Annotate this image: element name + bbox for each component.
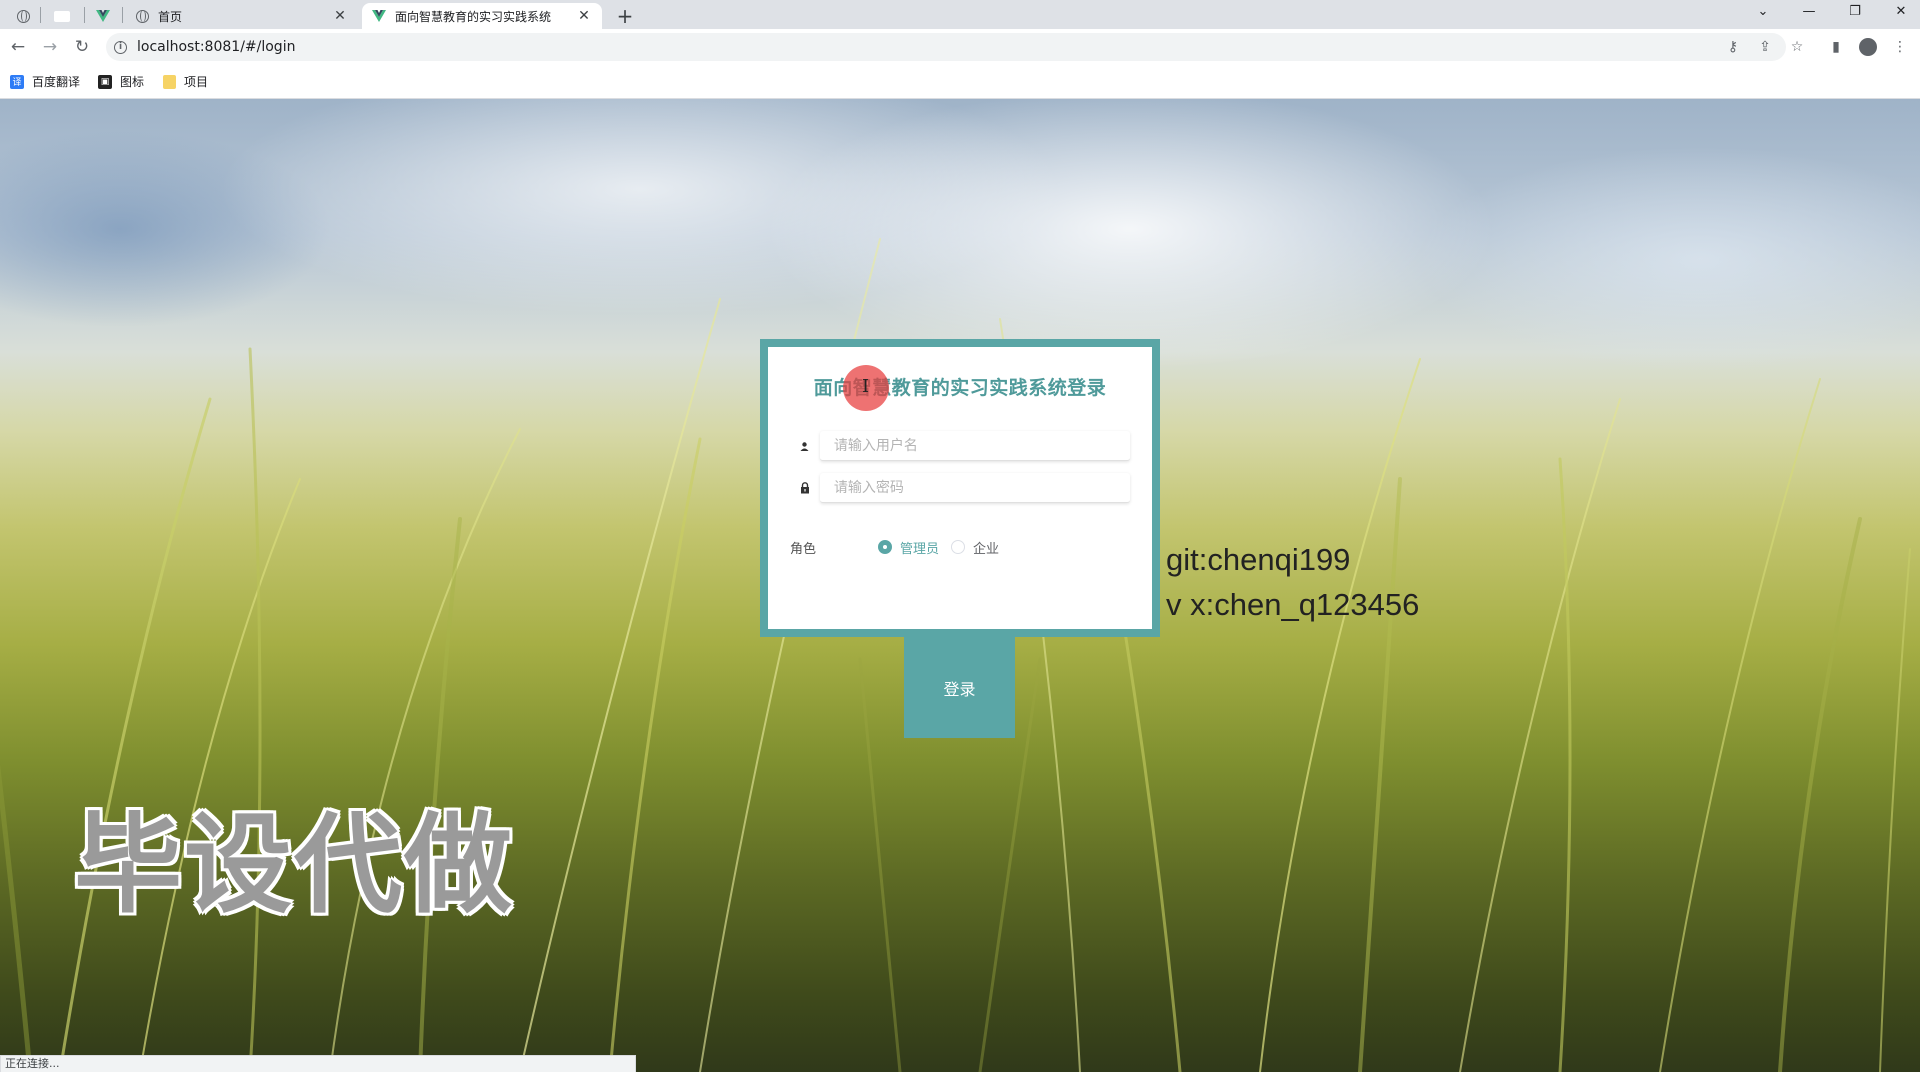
close-icon[interactable]: ✕ <box>332 8 348 24</box>
radio-label: 企业 <box>973 541 1000 557</box>
reload-button[interactable]: ↻ <box>70 35 94 59</box>
browser-tab-bar: 首页 ✕ 面向智慧教育的实习实践系统 ✕ + ⌄ — ❐ ✕ <box>0 0 1920 29</box>
tab-title: 首页 <box>158 9 183 24</box>
tab-separator <box>122 7 123 23</box>
bookmark-label: 项目 <box>184 75 209 89</box>
tab-login[interactable]: 面向智慧教育的实习实践系统 ✕ <box>362 3 602 29</box>
radio-admin[interactable]: 管理员 <box>878 538 939 557</box>
globe-icon <box>16 9 30 23</box>
close-icon[interactable]: ✕ <box>576 8 592 24</box>
bookmark-icons[interactable]: ▣ 图标 <box>98 73 144 90</box>
info-icon[interactable]: i <box>114 40 127 54</box>
tab-search-icon[interactable]: ⌄ <box>1740 0 1786 22</box>
git-contact-text: git:chenqi199 <box>1166 542 1351 577</box>
tab-title: 面向智慧教育的实习实践系统 <box>395 9 552 24</box>
bookmark-label: 百度翻译 <box>32 75 81 89</box>
password-input[interactable] <box>819 473 1130 503</box>
tab-home[interactable]: 首页 ✕ <box>126 3 358 29</box>
pinned-tab[interactable] <box>90 3 116 29</box>
share-icon[interactable]: ⇪ <box>1753 35 1777 59</box>
bookmark-baidu-translate[interactable]: 译 百度翻译 <box>10 73 80 90</box>
status-bar: 正在连接... <box>0 1055 636 1072</box>
radio-label: 管理员 <box>900 541 940 557</box>
pinned-tab[interactable] <box>48 3 76 29</box>
forward-button[interactable]: → <box>38 35 62 59</box>
radio-dot <box>878 540 892 554</box>
role-label: 角色 <box>790 541 817 557</box>
bookmark-label: 图标 <box>120 75 145 89</box>
bookmark-projects[interactable]: 项目 <box>163 73 208 90</box>
baidu-translate-icon: 译 <box>10 74 24 89</box>
username-input[interactable] <box>819 431 1130 461</box>
user-icon <box>790 431 820 461</box>
minimize-button[interactable]: — <box>1786 0 1832 22</box>
login-card: 面向智慧教育的实习实践系统登录 角色 管理员 企业 <box>760 339 1160 637</box>
side-panel-icon[interactable]: ▮ <box>1824 35 1848 59</box>
radio-enterprise[interactable]: 企业 <box>951 538 999 557</box>
role-selector: 角色 管理员 企业 <box>790 537 1130 557</box>
login-button[interactable]: 登录 <box>904 637 1015 738</box>
tab-separator <box>84 7 85 23</box>
tab-separator <box>40 7 41 23</box>
new-tab-button[interactable]: + <box>612 3 638 29</box>
pinned-tab[interactable] <box>10 3 36 29</box>
folder-icon <box>163 74 176 89</box>
bookmarks-bar: 译 百度翻译 ▣ 图标 项目 <box>0 65 1920 99</box>
vue-logo-icon <box>372 10 386 22</box>
watermark-text: 毕设代做 <box>74 803 515 928</box>
iconfont-icon: ▣ <box>98 74 112 89</box>
text-cursor-icon: I <box>862 376 870 397</box>
profile-icon[interactable] <box>1856 35 1880 59</box>
browser-toolbar: ← → ↻ i localhost:8081/#/login ⚷ ⇪ ☆ ▮ ⋮ <box>0 29 1920 65</box>
window-close-button[interactable]: ✕ <box>1878 0 1920 22</box>
username-row <box>790 431 1130 461</box>
url-text[interactable]: localhost:8081/#/login <box>137 39 295 55</box>
password-row <box>790 473 1130 503</box>
back-button[interactable]: ← <box>6 35 30 59</box>
restore-button[interactable]: ❐ <box>1832 0 1878 22</box>
star-icon[interactable]: ☆ <box>1785 35 1809 59</box>
wechat-contact-text: v x:chen_q123456 <box>1166 587 1420 622</box>
vue-logo-icon <box>96 10 110 22</box>
blank-page-icon <box>54 10 70 22</box>
radio-dot <box>951 540 966 554</box>
address-bar[interactable]: i localhost:8081/#/login <box>106 33 1786 61</box>
lock-icon <box>790 473 820 503</box>
globe-icon <box>136 9 149 23</box>
menu-icon[interactable]: ⋮ <box>1888 35 1912 59</box>
key-icon[interactable]: ⚷ <box>1721 35 1745 59</box>
login-title: 面向智慧教育的实习实践系统登录 <box>813 377 1107 399</box>
